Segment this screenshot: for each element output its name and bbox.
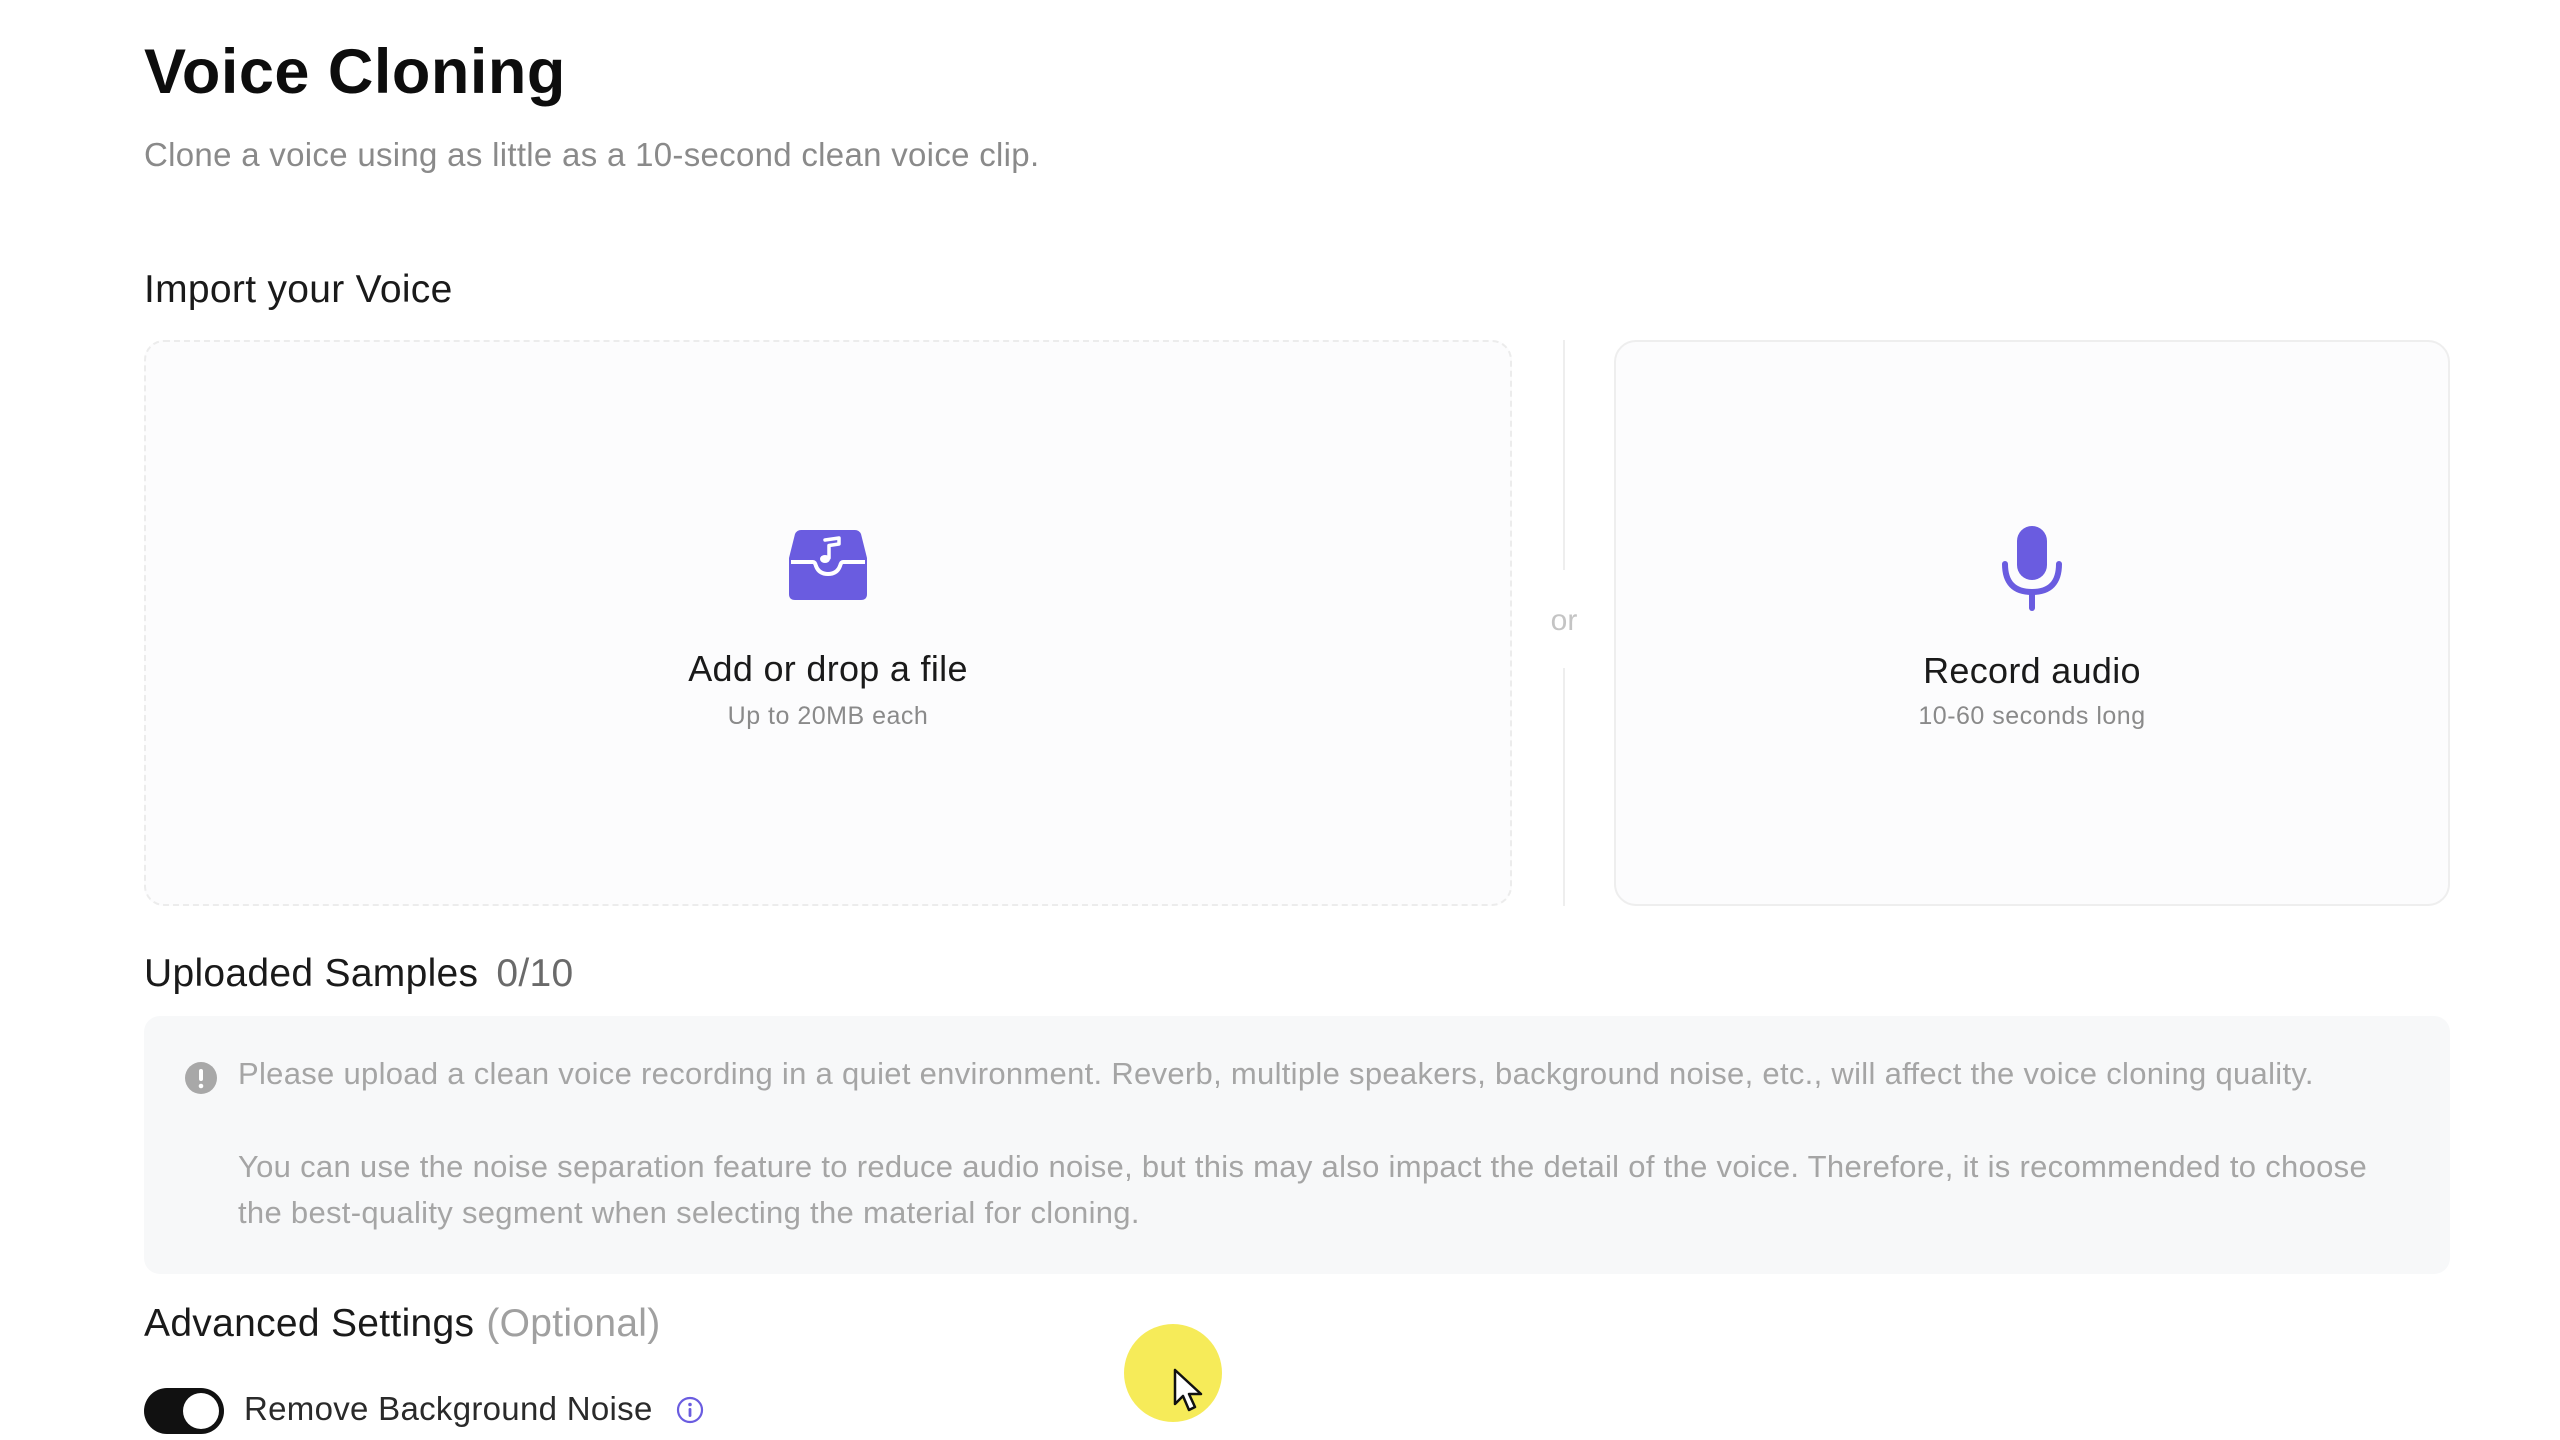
- upload-guidance-notice: Please upload a clean voice recording in…: [144, 1016, 2450, 1274]
- remove-background-noise-toggle[interactable]: [144, 1388, 224, 1434]
- info-circle-icon: [184, 1061, 218, 1100]
- microphone-icon: [1997, 524, 2067, 619]
- mouse-cursor-icon: [1172, 1368, 1208, 1419]
- record-hint: 10-60 seconds long: [1918, 702, 2146, 730]
- page-title: Voice Cloning: [144, 37, 566, 107]
- advanced-settings-heading: Advanced Settings (Optional): [144, 1302, 661, 1346]
- uploaded-samples-count: 0/10: [496, 952, 574, 995]
- uploaded-samples-label: Uploaded Samples: [144, 952, 479, 995]
- upload-hint: Up to 20MB each: [727, 702, 929, 730]
- notice-text-recording: Please upload a clean voice recording in…: [238, 1056, 2314, 1091]
- cursor-highlight: [1124, 1324, 1222, 1422]
- page-subtitle: Clone a voice using as little as a 10-se…: [144, 136, 1040, 173]
- notice-text-noise-separation: You can use the noise separation feature…: [238, 1149, 2368, 1230]
- file-drop-zone[interactable]: Add or drop a file Up to 20MB each: [144, 340, 1512, 906]
- uploaded-samples-heading: Uploaded Samples 0/10: [144, 952, 573, 996]
- remove-background-noise-label: Remove Background Noise: [244, 1390, 653, 1427]
- import-voice-heading: Import your Voice: [144, 268, 453, 311]
- music-inbox-icon: [787, 526, 869, 607]
- record-label: Record audio: [1923, 650, 2141, 691]
- divider-line-bottom: [1563, 668, 1565, 906]
- divider-or-text: or: [1550, 604, 1578, 637]
- upload-label: Add or drop a file: [688, 648, 968, 689]
- toggle-knob: [183, 1393, 219, 1429]
- advanced-settings-label: Advanced Settings: [144, 1302, 475, 1345]
- advanced-settings-optional: (Optional): [486, 1302, 661, 1345]
- record-audio-zone[interactable]: Record audio 10-60 seconds long: [1614, 340, 2450, 906]
- voice-cloning-page: Voice Cloning Clone a voice using as lit…: [0, 0, 2560, 1440]
- info-icon[interactable]: [676, 1396, 704, 1429]
- divider-line-top: [1563, 340, 1565, 570]
